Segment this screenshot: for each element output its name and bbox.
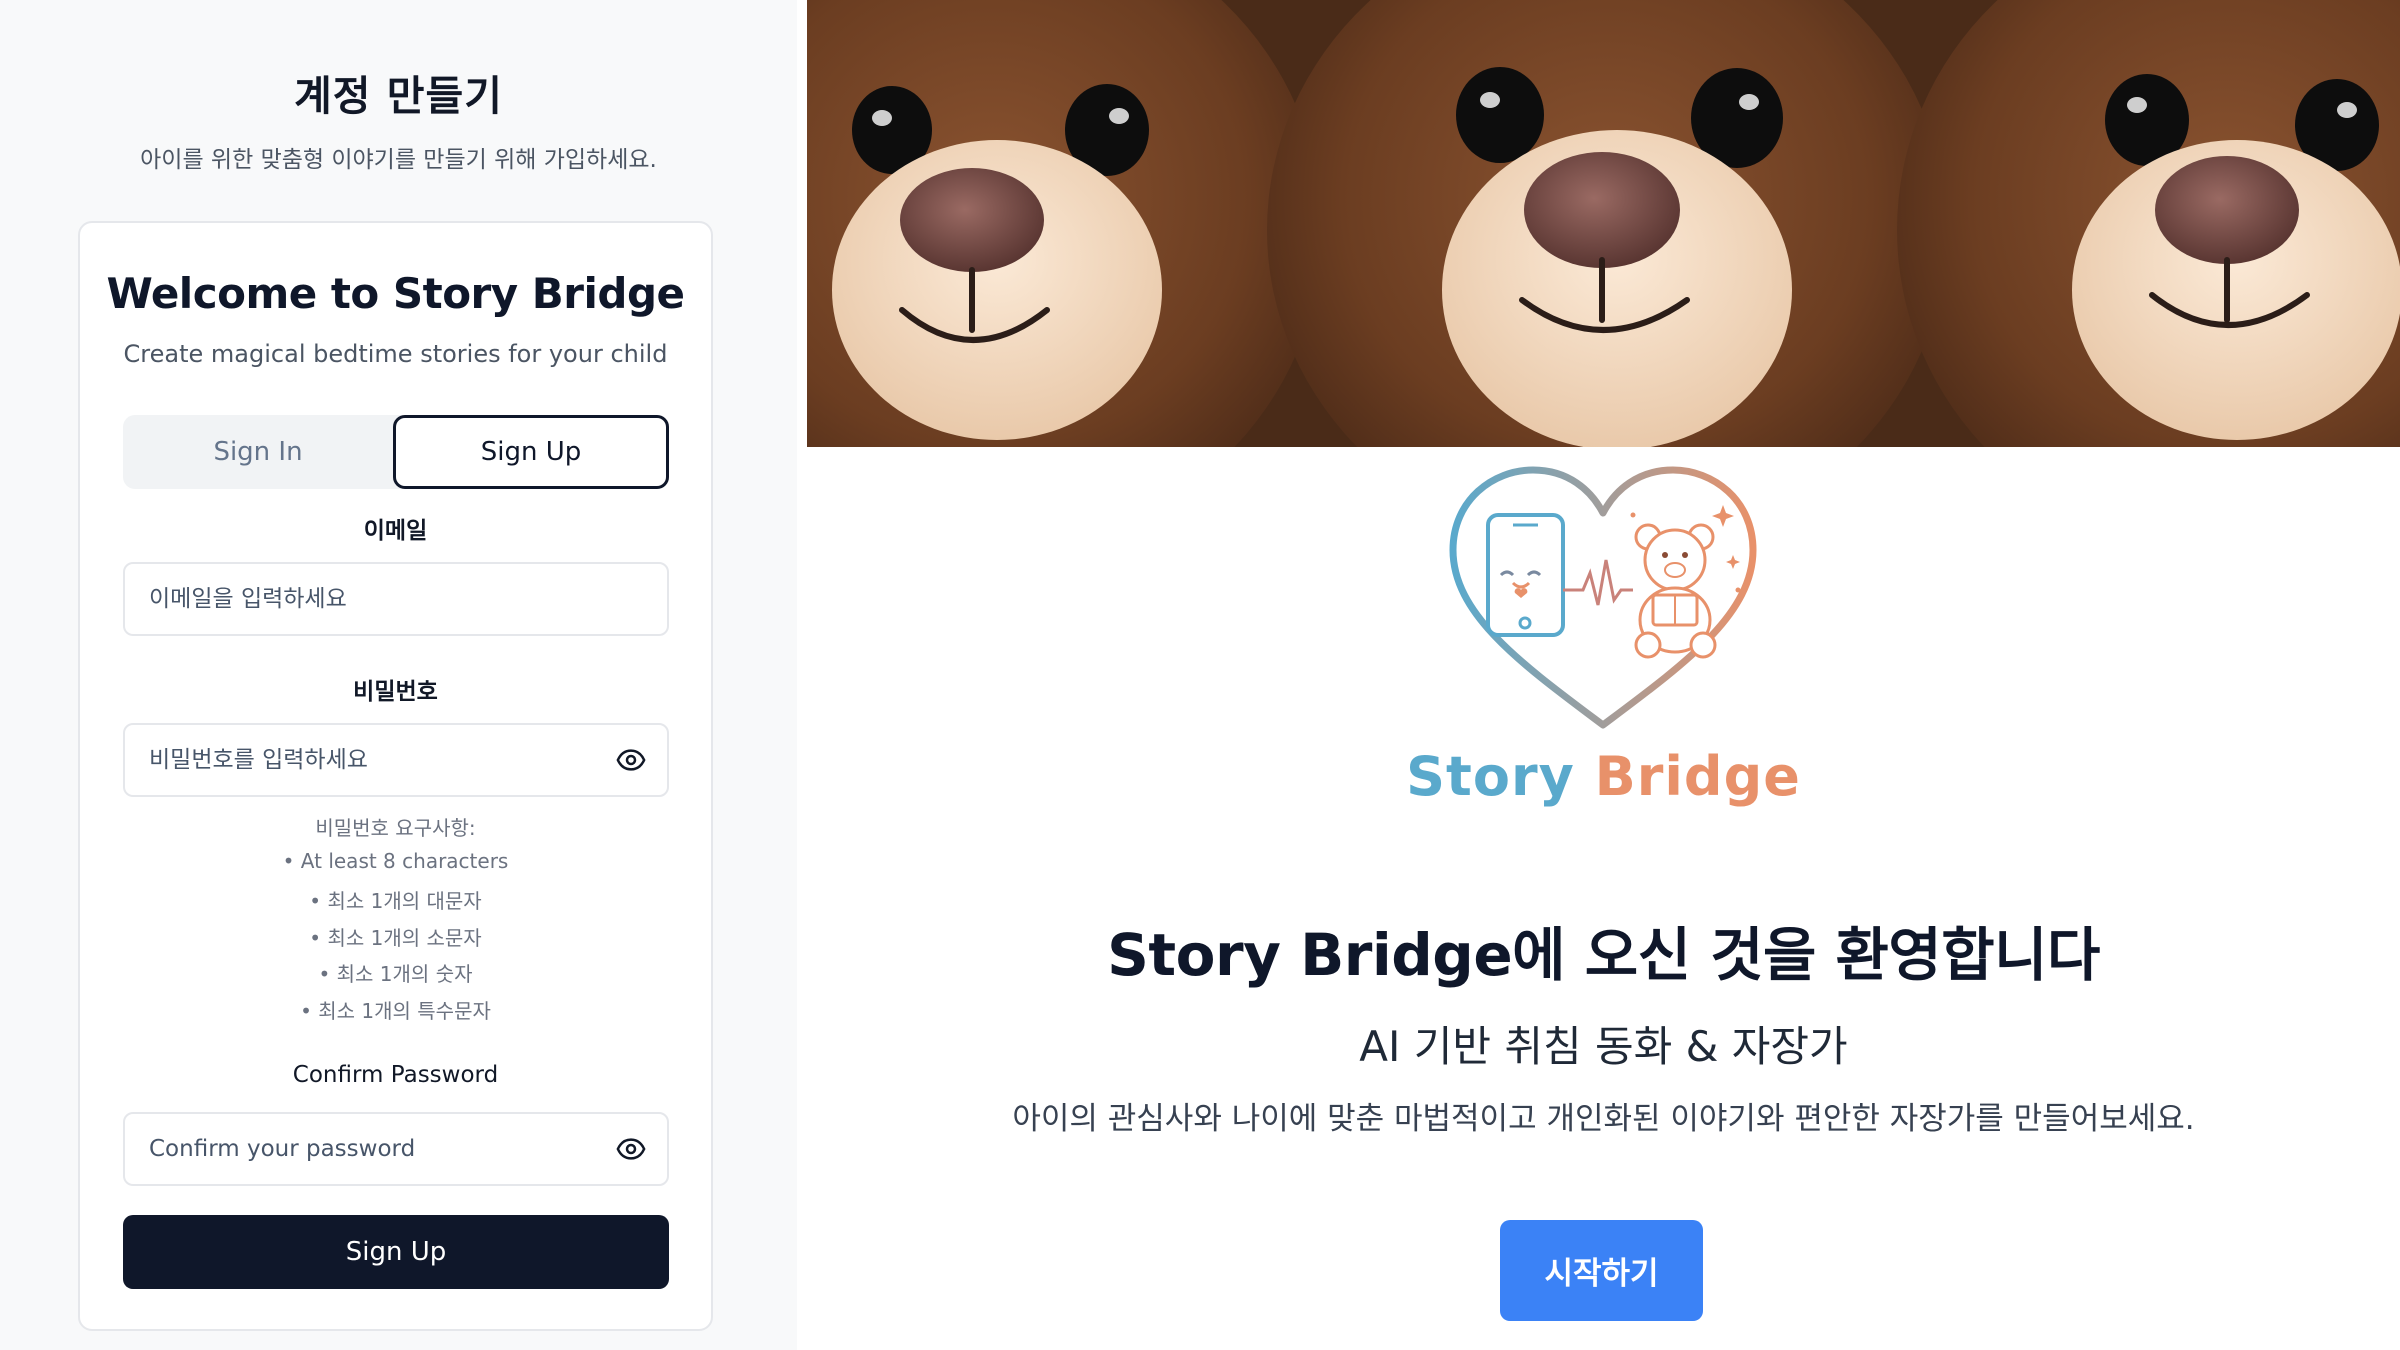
eye-icon[interactable]	[616, 1134, 646, 1164]
landing-panel: Story Bridge Story Bridge에 오신 것을 환영합니다 A…	[807, 0, 2400, 1350]
signup-panel: 계정 만들기 아이를 위한 맞춤형 이야기를 만들기 위해 가입하세요. Wel…	[0, 0, 797, 1350]
password-label: 비밀번호	[353, 679, 438, 705]
brand-name: Story Bridge	[807, 745, 2400, 808]
sign-up-button[interactable]: Sign Up	[123, 1215, 669, 1289]
email-field[interactable]	[123, 562, 669, 636]
password-requirement: • 최소 1개의 특수문자	[300, 999, 491, 1023]
auth-card: Welcome to Story Bridge Create magical b…	[78, 221, 713, 1331]
welcome-heading: Story Bridge에 오신 것을 환영합니다	[1107, 921, 2100, 989]
brand-name-part-story: Story	[1406, 745, 1575, 808]
card-subtitle: Create magical bedtime stories for your …	[123, 340, 668, 368]
password-requirement: • 최소 1개의 대문자	[309, 889, 482, 913]
page-title: 계정 만들기	[294, 72, 503, 120]
password-requirement: • At least 8 characters	[282, 849, 509, 873]
page-subtitle: 아이를 위한 맞춤형 이야기를 만들기 위해 가입하세요.	[140, 147, 657, 173]
card-title: Welcome to Story Bridge	[106, 269, 685, 318]
brand-name-part-bridge: Bridge	[1594, 745, 1801, 808]
email-label: 이메일	[363, 518, 428, 544]
description: 아이의 관심사와 나이에 맞춘 마법적이고 개인화된 이야기와 편안한 자장가를…	[1012, 1101, 2195, 1137]
teddy-bears-hero-image	[807, 0, 2400, 447]
tagline: AI 기반 취침 동화 & 자장가	[1359, 1022, 1848, 1071]
password-requirements-title: 비밀번호 요구사항:	[315, 816, 476, 840]
auth-tabs: Sign In Sign Up	[123, 415, 669, 489]
password-requirement: • 최소 1개의 숫자	[318, 962, 473, 986]
eye-icon[interactable]	[616, 745, 646, 775]
tab-sign-up[interactable]: Sign Up	[393, 415, 669, 489]
password-requirement: • 최소 1개의 소문자	[309, 926, 482, 950]
start-button[interactable]: 시작하기	[1500, 1220, 1703, 1321]
confirm-password-field[interactable]	[123, 1112, 669, 1186]
tab-sign-in[interactable]: Sign In	[123, 415, 393, 489]
confirm-password-label: Confirm Password	[292, 1062, 499, 1088]
password-field[interactable]	[123, 723, 669, 797]
